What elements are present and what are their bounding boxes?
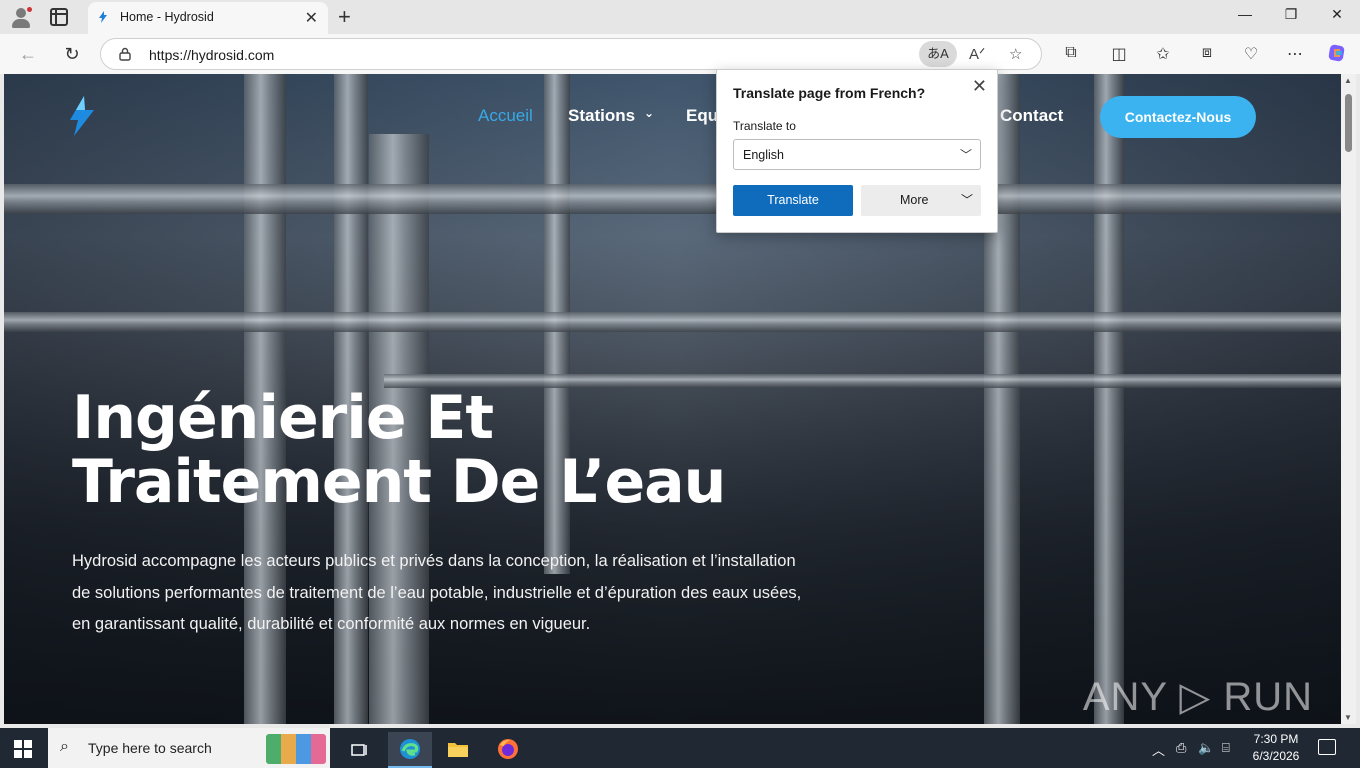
search-highlight-image bbox=[266, 734, 326, 764]
chevron-down-icon[interactable]: ⌄ bbox=[644, 106, 654, 120]
page-scrollbar[interactable]: ▲ ▼ bbox=[1341, 74, 1356, 724]
page-viewport: Accueil Stations ⌄ Equ Contact Contactez… bbox=[4, 74, 1341, 724]
close-icon[interactable]: ✕ bbox=[972, 76, 987, 97]
translate-button[interactable]: Translate bbox=[733, 185, 853, 216]
browser-toolbar: ← ↻ https://hydrosid.com あA Aᐟ ☆ ⧉ ◫ ✩ ⧈… bbox=[0, 34, 1360, 74]
hero-title-line-2: Traitement De L’eau bbox=[72, 447, 726, 517]
copilot-icon[interactable] bbox=[1326, 42, 1348, 64]
pipe-decoration bbox=[4, 312, 1341, 332]
nav-stations[interactable]: Stations bbox=[568, 106, 635, 126]
new-tab-button[interactable]: + bbox=[338, 4, 351, 30]
popup-title: Translate page from French? bbox=[733, 85, 926, 101]
contact-us-button[interactable]: Contactez-Nous bbox=[1100, 96, 1256, 138]
browser-essentials-icon[interactable]: ♡ bbox=[1240, 44, 1262, 64]
clock-time: 7:30 PM bbox=[1253, 732, 1299, 746]
translate-to-label: Translate to bbox=[733, 119, 796, 133]
extensions-icon[interactable]: ⧉ bbox=[1060, 44, 1082, 62]
more-button-label: More bbox=[900, 193, 929, 207]
scroll-up-icon[interactable]: ▲ bbox=[1344, 76, 1352, 85]
lock-icon bbox=[119, 47, 131, 61]
split-screen-icon[interactable]: ◫ bbox=[1108, 44, 1130, 64]
hero-description: Hydrosid accompagne les acteurs publics … bbox=[72, 552, 802, 633]
favorites-icon[interactable]: ✩ bbox=[1152, 44, 1174, 64]
show-hidden-icons-icon[interactable]: ︿ bbox=[1152, 740, 1165, 759]
hydrosid-favicon-icon bbox=[99, 11, 107, 23]
nav-contact[interactable]: Contact bbox=[1000, 106, 1063, 126]
favorite-star-icon[interactable]: ☆ bbox=[1009, 45, 1022, 63]
notifications-icon[interactable] bbox=[1318, 739, 1336, 755]
translate-popup: Translate page from French? ✕ Translate … bbox=[716, 69, 998, 233]
address-bar[interactable]: https://hydrosid.com あA Aᐟ ☆ bbox=[100, 38, 1042, 70]
firefox-icon[interactable] bbox=[486, 732, 530, 768]
chevron-down-icon: ﹀ bbox=[959, 148, 972, 162]
tab-actions-icon[interactable] bbox=[50, 8, 68, 26]
close-window-icon[interactable]: ✕ bbox=[1322, 6, 1352, 23]
system-clock[interactable]: 7:30 PM 6/3/2026 bbox=[1248, 731, 1304, 765]
refresh-icon[interactable]: ↻ bbox=[60, 42, 84, 66]
minimize-icon[interactable]: — bbox=[1230, 6, 1260, 22]
language-select[interactable]: English ﹀ bbox=[733, 139, 981, 170]
chevron-down-icon: ﹀ bbox=[960, 193, 973, 207]
nav-accueil[interactable]: Accueil bbox=[478, 106, 533, 126]
windows-start-icon[interactable] bbox=[14, 740, 32, 758]
search-icon: ⌕ bbox=[60, 738, 69, 755]
nav-equipements[interactable]: Equ bbox=[686, 106, 718, 126]
windows-taskbar: ⌕ Type here to search ︿ ⎙ 🔈 ⌸ 7:30 PM 6/… bbox=[0, 728, 1360, 768]
tab-hydrosid[interactable]: Home - Hydrosid ✕ bbox=[88, 2, 328, 34]
pipe-decoration bbox=[4, 184, 1341, 214]
more-button[interactable]: More ﹀ bbox=[861, 185, 981, 216]
scrollbar-thumb[interactable] bbox=[1345, 94, 1352, 152]
search-placeholder: Type here to search bbox=[88, 740, 212, 756]
file-explorer-icon[interactable] bbox=[436, 732, 480, 768]
collections-icon[interactable]: ⧈ bbox=[1196, 44, 1218, 62]
volume-icon[interactable]: 🔈 bbox=[1198, 740, 1214, 756]
hero-title-line-1: Ingénierie Et bbox=[72, 383, 494, 453]
pipe-decoration bbox=[1094, 74, 1124, 724]
taskbar-search[interactable]: ⌕ Type here to search bbox=[48, 728, 330, 768]
edge-taskbar-icon[interactable] bbox=[388, 732, 432, 768]
meet-now-icon[interactable]: ⎙ bbox=[1176, 740, 1186, 756]
restore-icon[interactable]: ❐ bbox=[1276, 6, 1306, 23]
task-view-icon[interactable] bbox=[338, 732, 382, 768]
translate-icon[interactable]: あA bbox=[919, 41, 957, 67]
selected-language: English bbox=[743, 148, 784, 162]
hydrosid-logo[interactable] bbox=[64, 94, 100, 138]
clock-date: 6/3/2026 bbox=[1252, 749, 1300, 763]
more-menu-icon[interactable]: ⋯ bbox=[1284, 44, 1306, 64]
tab-title: Home - Hydrosid bbox=[120, 10, 214, 24]
anyrun-watermark: ANY ▷ RUN bbox=[1082, 675, 1313, 719]
profile-icon[interactable] bbox=[10, 6, 33, 28]
read-aloud-icon[interactable]: Aᐟ bbox=[969, 45, 985, 63]
hero-title: Ingénierie Et Traitement De L’eau bbox=[72, 386, 832, 514]
tab-strip: Home - Hydrosid ✕ + — ❐ ✕ bbox=[0, 0, 1360, 34]
back-icon[interactable]: ← bbox=[16, 42, 40, 66]
network-icon[interactable]: ⌸ bbox=[1222, 740, 1230, 756]
scroll-down-icon[interactable]: ▼ bbox=[1344, 713, 1352, 722]
tab-close-icon[interactable]: ✕ bbox=[305, 8, 318, 28]
url-text[interactable]: https://hydrosid.com bbox=[149, 47, 274, 63]
